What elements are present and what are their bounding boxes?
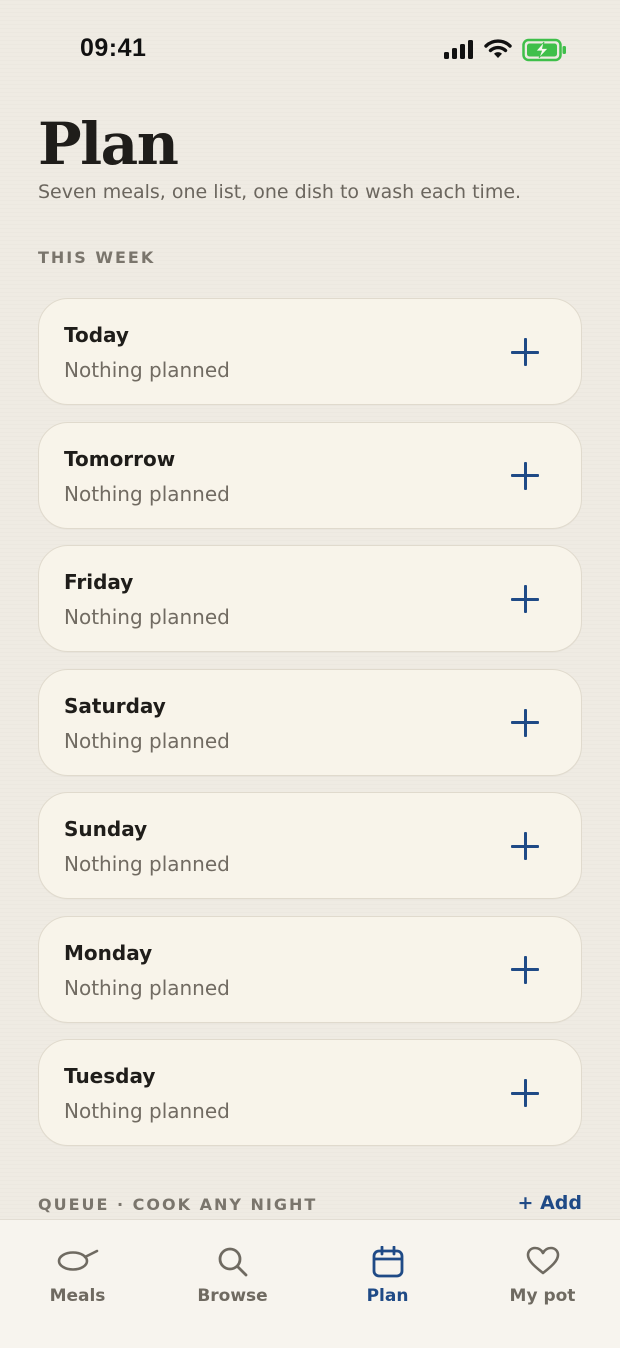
tab-meals[interactable]: Meals: [0, 1220, 155, 1348]
day-card-tomorrow[interactable]: Tomorrow Nothing planned: [38, 421, 582, 529]
day-status: Nothing planned: [64, 728, 230, 753]
day-status: Nothing planned: [64, 481, 230, 506]
tab-plan[interactable]: Plan: [310, 1220, 465, 1348]
tab-label: Meals: [49, 1286, 106, 1306]
day-card-friday[interactable]: Friday Nothing planned: [38, 545, 582, 652]
pan-icon: [57, 1249, 98, 1271]
tab-browse[interactable]: Browse: [155, 1220, 310, 1348]
day-name: Tomorrow: [64, 446, 176, 471]
day-card-sunday[interactable]: Sunday Nothing planned: [38, 792, 582, 899]
heart-icon: [526, 1246, 559, 1275]
day-card-today[interactable]: Today Nothing planned: [38, 298, 582, 405]
day-status: Nothing planned: [64, 605, 230, 629]
this-week-heading: THIS WEEK: [38, 248, 156, 267]
day-name: Monday: [64, 940, 153, 965]
queue-add-button[interactable]: + Add: [518, 1192, 582, 1214]
signal-icon: [444, 40, 473, 59]
tab-label: Plan: [366, 1286, 409, 1306]
add-meal-button[interactable]: [511, 1079, 539, 1107]
calendar-icon: [372, 1246, 403, 1278]
day-status: Nothing planned: [64, 358, 230, 382]
day-name: Tuesday: [64, 1064, 156, 1088]
status-time: 09:41: [80, 34, 147, 62]
day-status: Nothing planned: [64, 852, 230, 876]
battery-icon: [522, 38, 566, 62]
day-status: Nothing planned: [64, 975, 230, 1000]
search-icon: [218, 1247, 247, 1277]
day-card-saturday[interactable]: Saturday Nothing planned: [38, 668, 582, 776]
add-meal-button[interactable]: [511, 832, 539, 860]
tab-label: Browse: [197, 1286, 268, 1306]
page-title: Plan: [38, 110, 179, 178]
day-name: Today: [64, 323, 129, 347]
add-meal-button[interactable]: [511, 708, 539, 737]
day-status: Nothing planned: [64, 1099, 230, 1123]
add-meal-button[interactable]: [511, 585, 539, 613]
queue-heading: QUEUE · COOK ANY NIGHT: [38, 1195, 318, 1214]
page-subtitle: Seven meals, one list, one dish to wash …: [38, 181, 522, 203]
tab-my-pot[interactable]: My pot: [465, 1220, 620, 1348]
add-meal-button[interactable]: [511, 338, 539, 366]
week-day-list: Today Nothing planned Tomorrow Nothing p…: [38, 298, 582, 1163]
tab-label: My pot: [509, 1286, 576, 1306]
day-card-tuesday[interactable]: Tuesday Nothing planned: [38, 1039, 582, 1146]
day-name: Sunday: [64, 817, 148, 841]
tab-bar: Meals Browse Plan My pot: [0, 1219, 620, 1348]
add-meal-button[interactable]: [511, 955, 539, 984]
day-name: Friday: [64, 570, 134, 594]
wifi-icon: [484, 39, 512, 58]
day-card-monday[interactable]: Monday Nothing planned: [38, 915, 582, 1023]
status-bar: 09:41: [0, 0, 620, 100]
add-meal-button[interactable]: [511, 461, 539, 490]
day-name: Saturday: [64, 693, 166, 718]
